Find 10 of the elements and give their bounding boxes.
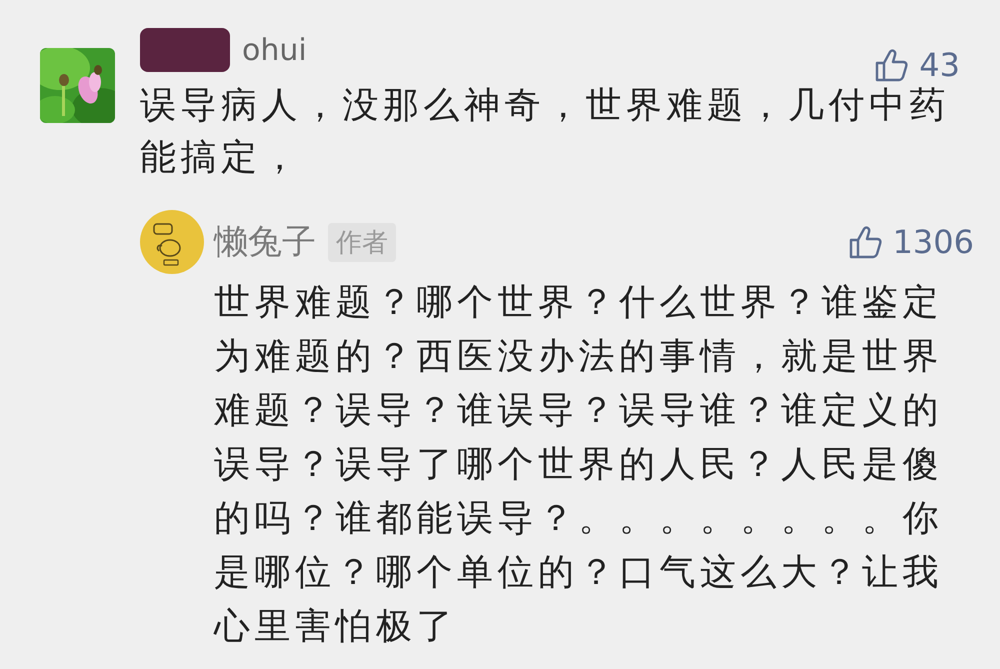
- like-count: 43: [919, 46, 960, 84]
- comment-text: 误导病人，没那么神奇，世界难题，几付中药能搞定，: [140, 84, 951, 180]
- author-badge: 作者: [328, 222, 396, 262]
- thumbs-up-icon[interactable]: [848, 225, 883, 259]
- like-count: 1306: [892, 223, 974, 261]
- username: 懒兔子: [214, 221, 316, 264]
- thumbs-up-icon[interactable]: [875, 48, 910, 82]
- username: ohui: [242, 32, 307, 68]
- avatar-icon: [140, 210, 204, 274]
- reply-text: 世界难题？哪个世界？什么世界？谁鉴定为难题的？西医没办法的事情，就是世界难题？误导？谁误导？误导谁？谁定义的误导？误导了哪个世界的人民？人民是傻的吗？谁都能误导？。。。。。。。。你是哪位？哪个单位的？口气这么大？让我心里害怕极了: [214, 281, 944, 649]
